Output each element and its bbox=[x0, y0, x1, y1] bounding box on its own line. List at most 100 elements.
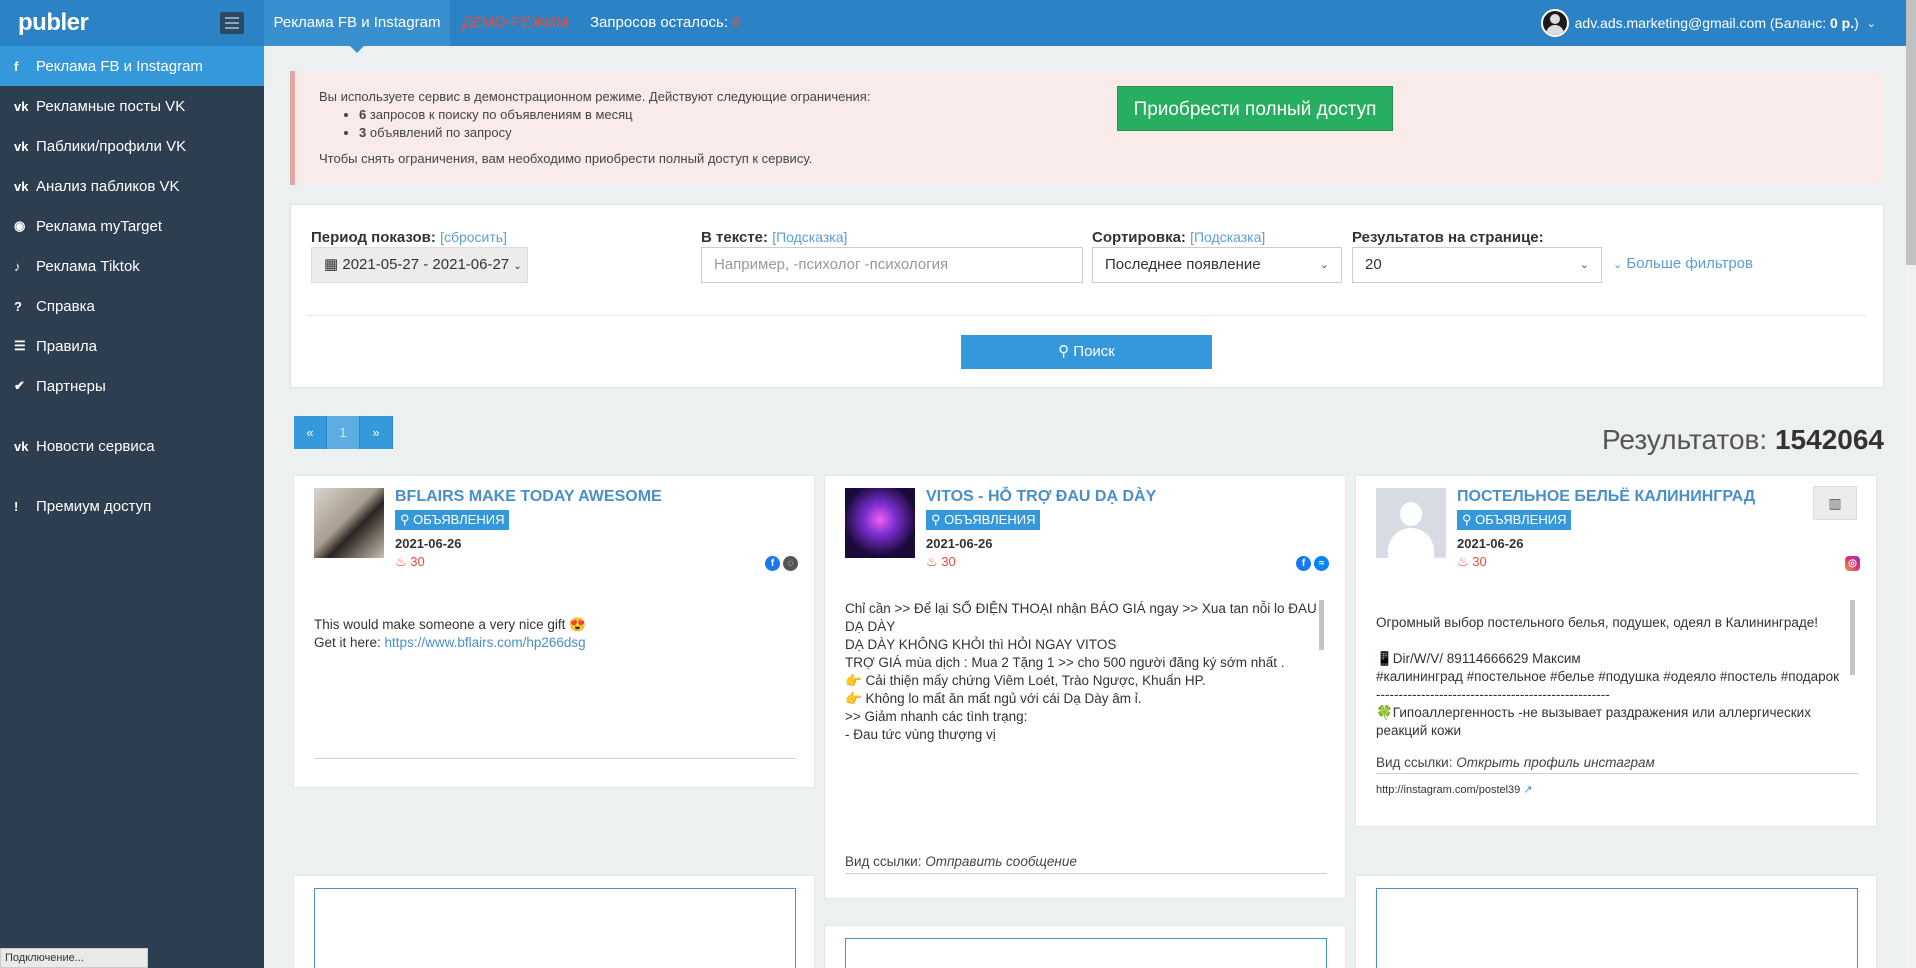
vk-icon: vk bbox=[14, 98, 29, 114]
statistics-button[interactable]: ▥ bbox=[1813, 486, 1857, 520]
ad-title[interactable]: VITOS - HỖ TRỢ ĐAU DẠ DÀY bbox=[926, 488, 1156, 506]
ad-type-badge[interactable]: ⚲ ОБЪЯВЛЕНИЯ bbox=[395, 510, 510, 530]
alert-intro: Вы используете сервис в демонстрационном… bbox=[319, 89, 871, 104]
logo-area: publer bbox=[0, 0, 264, 46]
sidebar-item-vk-publics[interactable]: vk Паблики/профили VK bbox=[0, 126, 264, 166]
platform-icons: f ◌ bbox=[765, 556, 798, 571]
sidebar-item-news[interactable]: vk Новости сервиса bbox=[0, 426, 264, 466]
ad-card bbox=[824, 925, 1346, 968]
sidebar-item-partners[interactable]: ✔ Партнеры bbox=[0, 366, 264, 406]
page-next-button[interactable]: » bbox=[360, 416, 393, 449]
menu-toggle-button[interactable] bbox=[220, 12, 244, 34]
per-page-value: 20 bbox=[1365, 256, 1382, 273]
ad-card bbox=[293, 875, 815, 968]
ad-date: 2021-06-26 bbox=[395, 536, 462, 551]
sidebar-item-fb-instagram[interactable]: f Реклама FB и Instagram bbox=[0, 46, 264, 86]
sidebar-item-premium[interactable]: ! Премиум доступ bbox=[0, 486, 264, 526]
chevron-down-icon[interactable]: ⌄ bbox=[1867, 17, 1876, 30]
sort-hint-link[interactable]: [Подсказка] bbox=[1190, 229, 1265, 245]
ad-thumbnail[interactable] bbox=[314, 488, 384, 558]
ad-title[interactable]: BFLAIRS MAKE TODAY AWESOME bbox=[395, 488, 662, 506]
text-hint-link[interactable]: [Подсказка] bbox=[772, 229, 847, 245]
text-scrollbar[interactable] bbox=[1850, 600, 1855, 675]
logo[interactable]: publer bbox=[18, 9, 89, 37]
sidebar: f Реклама FB и Instagram vk Рекламные по… bbox=[0, 46, 264, 968]
ad-text-line: 👉 Không lo mất ăn mất ngủ với cái Dạ Dày… bbox=[845, 691, 1142, 706]
ad-text-line: Chỉ cần >> Để lại SỐ ĐIỆN THOẠI nhận BÁO… bbox=[845, 601, 1317, 634]
results-count: Результатов: 1542064 bbox=[1602, 424, 1884, 456]
ad-title[interactable]: ПОСТЕЛЬНОЕ БЕЛЬЁ КАЛИНИНГРАД bbox=[1457, 488, 1755, 506]
sidebar-item-label: Партнеры bbox=[36, 377, 106, 395]
sidebar-item-label: Реклама Tiktok bbox=[36, 257, 140, 275]
ad-text: Огромный выбор постельного белья, подуше… bbox=[1376, 614, 1856, 758]
link-type-value: Отправить сообщение bbox=[925, 854, 1077, 869]
ad-url-text[interactable]: http://instagram.com/postel39 bbox=[1376, 784, 1520, 796]
more-filters-link[interactable]: ⌄ Больше фильтров bbox=[1613, 255, 1753, 272]
link-type-value: Открыть профиль инстаграм bbox=[1456, 755, 1655, 770]
messenger-icon: ≈ bbox=[1314, 556, 1329, 571]
chevron-down-icon: ⌄ bbox=[1579, 259, 1589, 271]
ad-placeholder bbox=[1376, 888, 1858, 968]
sidebar-item-help[interactable]: ? Справка bbox=[0, 286, 264, 326]
text-search-input[interactable]: Например, -психолог -психология bbox=[701, 247, 1083, 283]
ad-thumbnail[interactable] bbox=[845, 488, 915, 558]
per-page-select[interactable]: 20 ⌄ bbox=[1352, 247, 1602, 283]
ad-placeholder bbox=[314, 888, 796, 968]
facebook-icon: f bbox=[1296, 556, 1311, 571]
requests-remaining: Запросов осталось: 6 bbox=[590, 14, 741, 31]
results-number: 1542064 bbox=[1774, 424, 1884, 455]
page-scrollbar-thumb[interactable] bbox=[1906, 0, 1916, 265]
sort-select[interactable]: Последнее появление ⌄ bbox=[1092, 247, 1342, 283]
filters-panel: Период показов: [сбросить] ▦ 2021-05-27 … bbox=[290, 204, 1884, 388]
avatar[interactable] bbox=[1540, 9, 1569, 37]
sort-value: Последнее появление bbox=[1105, 256, 1261, 273]
question-icon: ? bbox=[14, 298, 22, 314]
search-icon: ⚲ bbox=[1058, 343, 1070, 360]
ad-card: BFLAIRS MAKE TODAY AWESOME ⚲ ОБЪЯВЛЕНИЯ … bbox=[293, 475, 815, 788]
sidebar-item-label: Справка bbox=[36, 297, 95, 315]
sidebar-item-vk-posts[interactable]: vk Рекламные посты VK bbox=[0, 86, 264, 126]
text-scrollbar[interactable] bbox=[1319, 600, 1324, 650]
ad-likes: ♨ 30 bbox=[1457, 554, 1487, 570]
link-type: Вид ссылки: Открыть профиль инстаграм bbox=[1376, 755, 1655, 770]
ad-thumbnail[interactable] bbox=[1376, 488, 1446, 558]
ad-card: ПОСТЕЛЬНОЕ БЕЛЬЁ КАЛИНИНГРАД ⚲ ОБЪЯВЛЕНИ… bbox=[1355, 475, 1877, 827]
sidebar-item-tiktok[interactable]: ♪ Реклама Tiktok bbox=[0, 246, 264, 286]
ad-type-badge[interactable]: ⚲ ОБЪЯВЛЕНИЯ bbox=[1457, 510, 1572, 530]
ad-link[interactable]: https://www.bflairs.com/hp266dsg bbox=[385, 635, 586, 650]
sidebar-item-label: Рекламные посты VK bbox=[36, 97, 186, 115]
target-icon: ◉ bbox=[14, 218, 26, 233]
user-email[interactable]: adv.ads.marketing@gmail.com bbox=[1575, 15, 1766, 31]
sort-label: Сортировка: [Подсказка] bbox=[1092, 229, 1265, 246]
page-prev-button[interactable]: « bbox=[294, 416, 327, 449]
page-scrollbar[interactable] bbox=[1906, 0, 1916, 968]
sidebar-item-mytarget[interactable]: ◉ Реклама myTarget bbox=[0, 206, 264, 246]
divider bbox=[307, 315, 1867, 316]
sidebar-item-rules[interactable]: ☰ Правила bbox=[0, 326, 264, 366]
date-range-picker[interactable]: ▦ 2021-05-27 - 2021-06-27 ⌄ bbox=[311, 247, 528, 283]
messenger-icon: ◌ bbox=[783, 556, 798, 571]
page-current[interactable]: 1 bbox=[327, 416, 360, 449]
facebook-icon: f bbox=[14, 58, 19, 74]
search-button[interactable]: ⚲ Поиск bbox=[961, 335, 1212, 369]
chevron-down-icon: ⌄ bbox=[1319, 259, 1329, 271]
ad-type-badge[interactable]: ⚲ ОБЪЯВЛЕНИЯ bbox=[926, 510, 1041, 530]
user-menu[interactable]: adv.ads.marketing@gmail.com (Баланс: 0 р… bbox=[1540, 0, 1876, 46]
period-reset-link[interactable]: [сбросить] bbox=[440, 229, 507, 245]
ad-text-line: Get it here: https://www.bflairs.com/hp2… bbox=[314, 634, 794, 652]
ad-text-line: реакций кожи bbox=[1376, 723, 1461, 738]
ad-text: This would make someone a very nice gift… bbox=[314, 616, 794, 652]
sidebar-item-label: Паблики/профили VK bbox=[36, 137, 187, 155]
period-label: Период показов: [сбросить] bbox=[311, 229, 507, 246]
ad-url[interactable]: http://instagram.com/postel39 ↗ bbox=[1376, 781, 1533, 799]
buy-full-access-button[interactable]: Приобрести полный доступ bbox=[1117, 86, 1393, 131]
alert-text: Вы используете сервис в демонстрационном… bbox=[319, 88, 870, 168]
limit-item: 6 запросов к поиску по объявлениям в мес… bbox=[359, 106, 870, 124]
tab-fb-instagram[interactable]: Реклама FB и Instagram bbox=[264, 0, 450, 53]
instagram-icon: ◎ bbox=[1845, 556, 1860, 571]
ad-likes: ♨ 30 bbox=[926, 554, 956, 570]
sidebar-item-vk-analysis[interactable]: vk Анализ пабликов VK bbox=[0, 166, 264, 206]
ad-text-line: - Đau tức vùng thượng vị bbox=[845, 727, 996, 742]
browser-status-bar: Подключение... bbox=[0, 948, 148, 968]
external-link-icon: ↗ bbox=[1523, 784, 1533, 796]
